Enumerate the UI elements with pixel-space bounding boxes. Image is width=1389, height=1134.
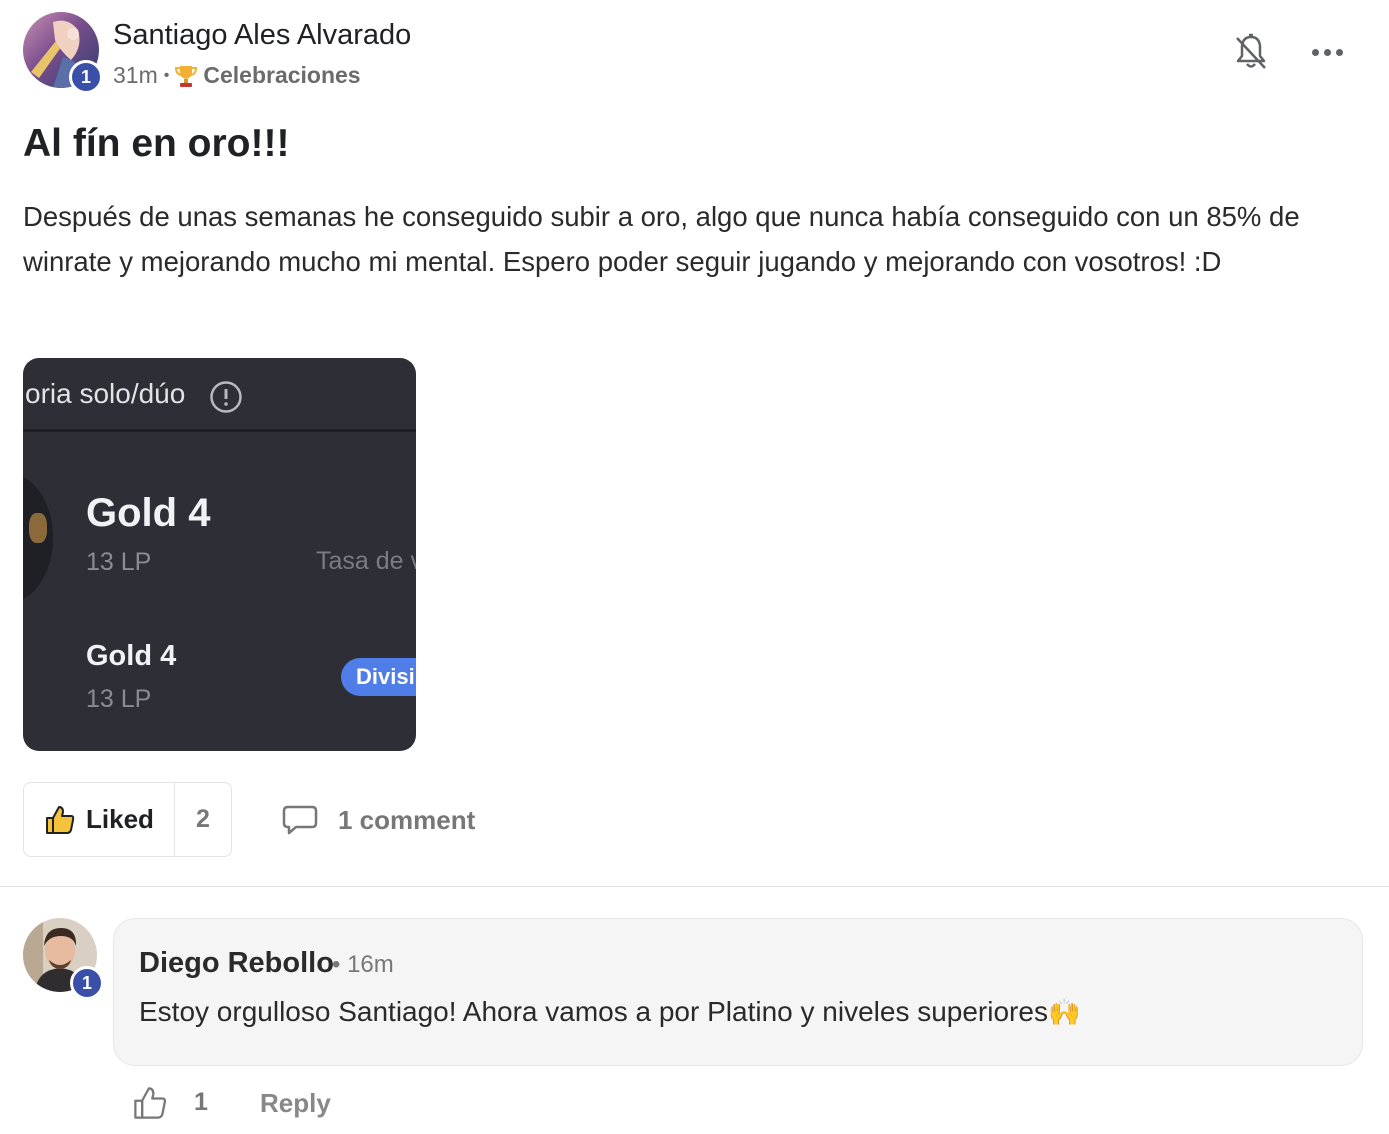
winrate-label: Tasa de v	[316, 547, 416, 575]
divider	[0, 886, 1389, 887]
division-pill-text: Divisi	[356, 664, 415, 689]
comment-bubble-icon	[282, 805, 318, 835]
comment-count-label: 1 comment	[338, 804, 476, 835]
comment-text: Estoy orgulloso Santiago! Ahora vamos a …	[139, 996, 1080, 1028]
post-category[interactable]: Celebraciones	[203, 62, 360, 89]
division-pill: Divisi	[341, 658, 416, 696]
like-count[interactable]: 2	[175, 783, 231, 856]
image-header: oria solo/dúo	[23, 358, 416, 432]
rank-secondary: Gold 4	[86, 640, 177, 672]
liked-label: Liked	[86, 804, 154, 834]
comment-time: • 16m	[332, 951, 394, 978]
commenter-name[interactable]: Diego Rebollo	[139, 947, 334, 980]
trophy-icon	[175, 64, 198, 88]
notifications-off-button[interactable]	[1233, 32, 1269, 72]
rank-main: Gold 4	[86, 491, 211, 535]
dot-icon	[1311, 48, 1319, 56]
comment-button[interactable]: 1 comment	[282, 800, 475, 840]
more-options-button[interactable]	[1307, 40, 1347, 64]
like-box: Liked 2	[23, 782, 232, 857]
post-header: 1 Santiago Ales Alvarado 31m • Celebraci…	[23, 12, 1363, 94]
reply-button[interactable]: Reply	[260, 1088, 331, 1119]
lp-secondary: 13 LP	[86, 685, 152, 713]
commenter-avatar[interactable]: 1	[23, 918, 104, 1000]
info-icon	[209, 380, 243, 419]
thumbs-up-icon	[46, 805, 75, 834]
like-button[interactable]: Liked	[24, 783, 175, 856]
commenter-level-badge: 1	[70, 966, 104, 1000]
dot-icon	[1323, 48, 1331, 56]
thumbs-up-outline-icon	[134, 1087, 167, 1119]
comment-bubble: Diego Rebollo • 16m Estoy orgulloso Sant…	[113, 918, 1363, 1066]
lp-main: 13 LP	[86, 548, 152, 576]
post-image[interactable]: oria solo/dúo Gold 4 13 LP Tasa de v Gol…	[23, 358, 416, 751]
author-name[interactable]: Santiago Ales Alvarado	[113, 19, 411, 52]
comment-like-count: 1	[194, 1088, 208, 1116]
dot-icon	[1335, 48, 1343, 56]
post-time: 31m	[113, 62, 158, 88]
raising-hands-emoji: 🙌	[1047, 997, 1081, 1027]
post-title: Al fín en oro!!!	[23, 122, 290, 165]
comment-like-button[interactable]	[132, 1085, 170, 1123]
author-level-badge: 1	[69, 60, 103, 94]
rank-emblem	[23, 473, 53, 603]
post-meta: 31m • Celebraciones	[113, 62, 361, 89]
image-header-text: oria solo/dúo	[25, 378, 186, 409]
post-body: Después de unas semanas he conseguido su…	[23, 201, 1300, 277]
comment-text-body: Estoy orgulloso Santiago! Ahora vamos a …	[139, 996, 1048, 1027]
bell-off-icon	[1236, 33, 1266, 69]
meta-separator: •	[163, 66, 170, 84]
